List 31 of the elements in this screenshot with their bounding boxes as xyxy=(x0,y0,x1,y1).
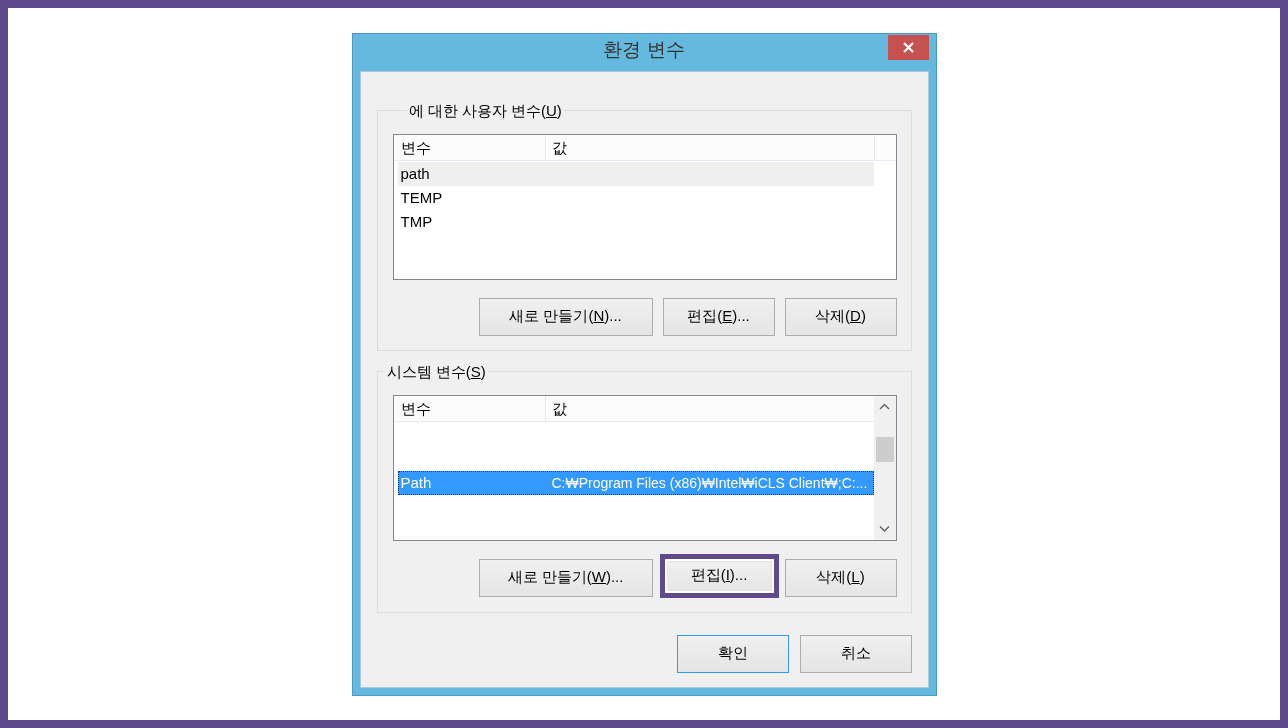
variable-name: TMP xyxy=(399,211,434,232)
variable-name: Path xyxy=(399,472,433,493)
edit-button[interactable]: 편집(E)... xyxy=(662,297,775,336)
variable-name: path xyxy=(399,163,431,184)
chevron-down-icon[interactable] xyxy=(879,524,890,533)
variable-value: C:₩Program Files (x86)₩Intel₩iCLS Client₩;C:... xyxy=(550,473,868,493)
new-button[interactable]: 새로 만들기(W)... xyxy=(478,558,653,597)
list-row[interactable]: TEMP xyxy=(397,185,874,210)
list-view[interactable]: 변수 값 Path C:₩Program Files (x86)₩Intel₩iCLS Client₩;C:... xyxy=(392,394,897,541)
variable-name: TEMP xyxy=(399,187,444,208)
scroll-thumb[interactable] xyxy=(875,436,894,462)
chevron-up-icon[interactable] xyxy=(879,402,890,411)
delete-button[interactable]: 삭제(L) xyxy=(784,558,897,597)
column-header[interactable]: 값 xyxy=(544,134,874,160)
window-title: 환경 변수 xyxy=(603,38,685,62)
close-button[interactable] xyxy=(887,34,929,60)
new-button[interactable]: 새로 만들기(N)... xyxy=(478,297,653,336)
edit-button[interactable]: 편집(I)... xyxy=(666,560,772,591)
close-icon xyxy=(902,41,914,53)
list-row[interactable]: path xyxy=(397,161,874,186)
group-label: 시스템 변수(S) xyxy=(385,361,487,382)
cancel-button[interactable]: 취소 xyxy=(799,634,912,673)
ok-button[interactable]: 확인 xyxy=(676,634,789,673)
scrollbar-track[interactable] xyxy=(873,395,896,540)
column-header[interactable]: 변수 xyxy=(393,134,545,160)
list-row[interactable]: TMP xyxy=(397,209,874,234)
delete-button[interactable]: 삭제(D) xyxy=(784,297,897,336)
group-label: 에 대한 사용자 변수(U) xyxy=(407,100,563,121)
column-header[interactable]: 값 xyxy=(544,395,874,421)
column-header[interactable]: 변수 xyxy=(393,395,545,421)
list-view[interactable]: 변수 값 path TEMP TMP xyxy=(392,133,897,280)
